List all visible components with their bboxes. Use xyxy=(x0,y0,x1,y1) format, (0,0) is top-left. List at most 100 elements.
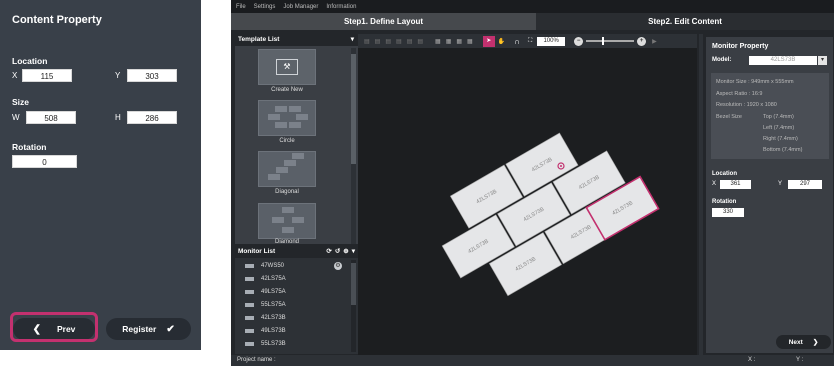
monitor-icon xyxy=(245,264,254,268)
template-label-diamond: Diamond xyxy=(274,239,299,245)
order-icon[interactable]: ▦ xyxy=(456,38,462,45)
status-x-label: X : xyxy=(748,357,756,363)
monitor-item[interactable]: 55LS75A xyxy=(245,302,286,308)
ungroup-icon[interactable]: ▦ xyxy=(446,38,452,45)
pointer-icon[interactable]: ➤ xyxy=(482,35,495,47)
monitor-property-panel: Monitor Property Model: 42LS73B ▾ Monito… xyxy=(706,37,833,353)
x-label: X xyxy=(12,71,18,80)
mp-y-label: Y xyxy=(778,181,783,187)
menu-job-manager[interactable]: Job Manager xyxy=(283,4,318,10)
template-diagonal[interactable] xyxy=(258,151,316,187)
menu-settings[interactable]: Settings xyxy=(254,4,276,10)
menu-information[interactable]: Information xyxy=(326,4,356,10)
model-select[interactable]: 42LS73B xyxy=(749,56,817,65)
monitor-list-scrollbar[interactable] xyxy=(351,260,356,352)
monitor-layout: 42LS73B 42LS73B 42LS73B 42LS73B 42LS73B … xyxy=(441,132,660,297)
mp-x-input[interactable]: 361 xyxy=(720,180,751,189)
template-list-title: Template List xyxy=(238,36,280,43)
rotation-input[interactable]: 0 xyxy=(12,155,77,168)
monitor-icon xyxy=(245,329,254,333)
size-label: Size xyxy=(12,97,30,107)
monitor-item-label: 47WS50 xyxy=(261,263,285,269)
template-label-create-new: Create New xyxy=(271,87,303,93)
template-circle[interactable] xyxy=(258,100,316,136)
prev-highlight xyxy=(10,312,98,342)
template-label-circle: Circle xyxy=(279,138,295,144)
zoom-input[interactable]: 100% xyxy=(537,36,566,46)
resolution-text: Resolution : 1920 x 1080 xyxy=(716,102,777,108)
mp-rotation-label: Rotation xyxy=(712,199,737,205)
diagonal-layout-icon xyxy=(268,153,304,180)
monitor-icon xyxy=(245,316,254,320)
mp-x-label: X xyxy=(712,181,717,187)
monitor-item[interactable]: 55LS73B xyxy=(245,341,286,347)
template-list-header: Template List ▾ xyxy=(235,34,358,46)
align-center-icon[interactable]: ▤ xyxy=(375,38,381,45)
monitor-item[interactable]: 42LS73B xyxy=(245,315,286,321)
tab-step1[interactable]: Step1. Define Layout xyxy=(231,13,536,30)
monitor-property-title: Monitor Property xyxy=(712,43,769,50)
monitor-item-label: 49LS73B xyxy=(261,328,286,334)
tab-step2[interactable]: Step2. Edit Content xyxy=(536,13,834,30)
zoom-in-icon[interactable]: + xyxy=(637,36,647,46)
monitor-item[interactable]: 49LS73B xyxy=(245,328,286,334)
magnet-icon[interactable]: ∩ xyxy=(514,37,520,46)
tab-step1-label: Step1. Define Layout xyxy=(343,17,424,26)
template-scrollbar[interactable] xyxy=(351,48,356,244)
template-diamond[interactable] xyxy=(258,203,316,239)
model-dropdown-icon[interactable]: ▾ xyxy=(818,56,827,65)
settings-icon[interactable]: ⚙ xyxy=(334,262,342,270)
layout-canvas[interactable]: ▤ ▤ ▤ ▤ ▤ ▤ ▦ ▦ ▦ ▦ ➤ ✋ ∩ ⛶ 100% − + ▶ 4… xyxy=(358,34,697,355)
template-create-new[interactable]: ⚒ xyxy=(258,49,316,85)
monitor-item[interactable]: 49LS75A xyxy=(245,289,286,295)
play-icon[interactable]: ▶ xyxy=(652,38,657,45)
monitor-list-header: Monitor List ⟳ ↺ ⊕ ▾ xyxy=(235,246,358,258)
app-window: File Settings Job Manager Information St… xyxy=(231,0,834,366)
align-bottom-icon[interactable]: ▤ xyxy=(417,38,423,45)
h-input[interactable]: 286 xyxy=(127,111,177,124)
zoom-slider[interactable] xyxy=(586,37,635,45)
group-icon[interactable]: ▦ xyxy=(435,38,441,45)
mp-rotation-input[interactable]: 330 xyxy=(712,208,744,217)
monitor-list-panel: Monitor List ⟳ ↺ ⊕ ▾ 47WS50 ⚙ 42LS75A 49… xyxy=(235,246,358,354)
model-label: Model: xyxy=(712,57,732,63)
w-input[interactable]: 508 xyxy=(26,111,76,124)
monitor-list-title: Monitor List xyxy=(238,248,276,255)
w-label: W xyxy=(12,113,20,122)
y-input[interactable]: 303 xyxy=(127,69,177,82)
menu-file[interactable]: File xyxy=(236,4,246,10)
next-button[interactable]: Next ❯ xyxy=(776,335,831,349)
mp-location-label: Location xyxy=(712,171,737,177)
align-right-icon[interactable]: ▤ xyxy=(385,38,391,45)
add-icon[interactable]: ⊕ xyxy=(343,246,348,258)
dropdown-icon[interactable]: ▾ xyxy=(351,34,354,46)
align-top-icon[interactable]: ▤ xyxy=(396,38,402,45)
bezel-left: Left (7.4mm) xyxy=(763,125,795,131)
bezel-bottom: Bottom (7.4mm) xyxy=(763,147,803,153)
import-icon[interactable]: ↺ xyxy=(335,246,340,258)
align-middle-icon[interactable]: ▤ xyxy=(407,38,413,45)
check-icon: ✔ xyxy=(166,323,175,335)
monitor-item[interactable]: 42LS75A xyxy=(245,276,286,282)
monitor-item-label: 42LS75A xyxy=(261,276,286,282)
hand-icon[interactable]: ✋ xyxy=(498,38,505,45)
align-left-icon[interactable]: ▤ xyxy=(364,38,370,45)
monitor-size-text: Monitor Size : 949mm x 555mm xyxy=(716,79,794,85)
refresh-icon[interactable]: ⟳ xyxy=(326,246,331,258)
zoom-out-icon[interactable]: − xyxy=(574,36,584,46)
x-input[interactable]: 115 xyxy=(22,69,72,82)
location-label: Location xyxy=(12,56,48,66)
distribute-icon[interactable]: ▦ xyxy=(467,38,473,45)
mp-y-input[interactable]: 297 xyxy=(788,180,822,189)
monitor-item[interactable]: 47WS50 xyxy=(245,263,284,269)
register-button[interactable]: Register ✔ xyxy=(106,318,191,340)
next-label: Next xyxy=(788,338,803,346)
monitor-icon xyxy=(245,303,254,307)
canvas-scrollbar[interactable] xyxy=(699,34,703,355)
template-label-diagonal: Diagonal xyxy=(275,189,299,195)
circle-layout-icon xyxy=(268,106,308,128)
monitor-item-label: 49LS75A xyxy=(261,289,286,295)
fit-icon[interactable]: ⛶ xyxy=(528,38,532,45)
dropdown-icon[interactable]: ▾ xyxy=(352,246,355,258)
template-list-panel: Template List ▾ ⚒ Create New Circle Diag… xyxy=(235,34,358,245)
